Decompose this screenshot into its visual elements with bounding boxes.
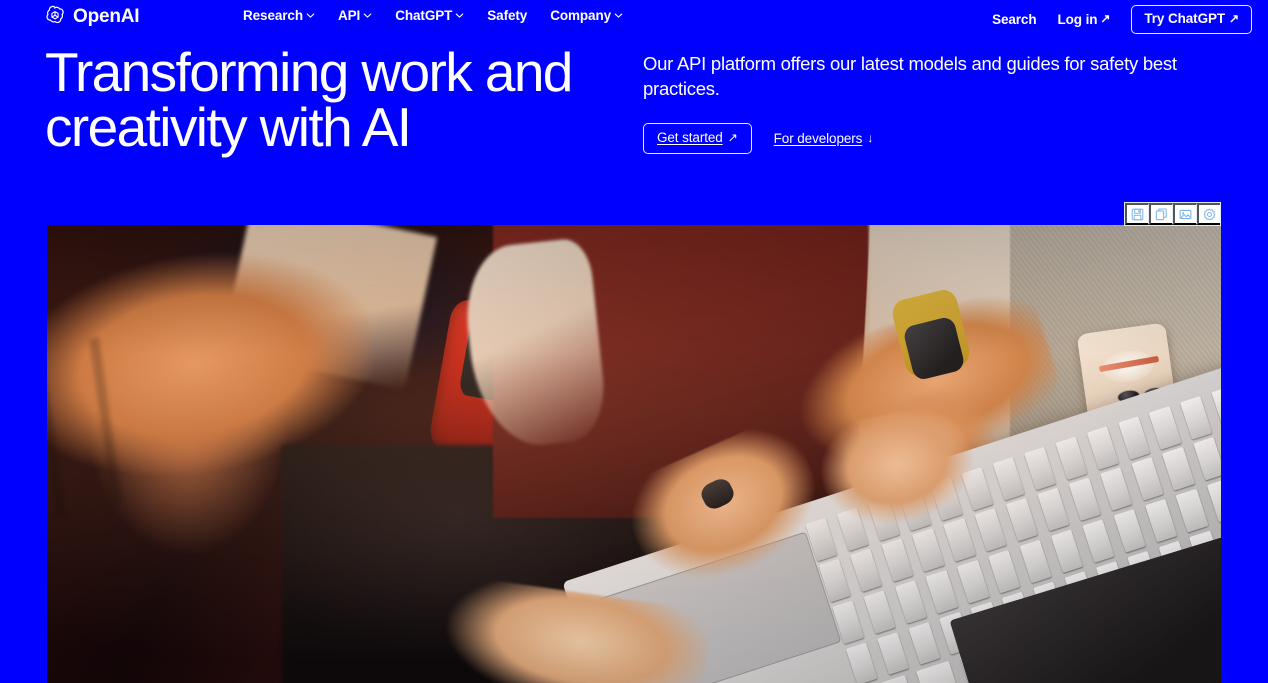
hero-secondary-column: Our API platform offers our latest model… [643,52,1223,154]
page-title: Transforming work and creativity with AI [45,45,645,155]
page-title-line-2: creativity with AI [45,96,412,158]
brand-home-link[interactable]: OpenAI [44,5,140,27]
chevron-down-icon [455,11,464,20]
arrow-up-right-icon: ↗ [1100,11,1111,26]
nav-item-label: API [338,8,361,23]
nav-item-label: Company [550,8,612,23]
nav-item-label: Safety [487,8,528,23]
arrow-down-icon: ↓ [867,131,874,146]
save-icon [1131,208,1144,221]
main-navigation: OpenAI Research API ChatGPT Safety Compa… [0,0,1268,34]
nav-item-label: ChatGPT [395,8,453,23]
nav-item-research[interactable]: Research [243,9,315,23]
image-button[interactable] [1173,203,1197,225]
chevron-down-icon [306,11,315,20]
page-root: OpenAI Research API ChatGPT Safety Compa… [0,0,1268,683]
arrow-up-right-icon: ↗ [727,130,738,145]
nav-secondary-links: Search Log in ↗ Try ChatGPT ↗ [992,5,1252,34]
search-button[interactable]: Search [992,11,1037,27]
for-developers-link[interactable]: For developers ↓ [774,132,874,146]
login-link[interactable]: Log in ↗ [1057,11,1111,27]
save-button[interactable] [1125,203,1149,225]
page-title-line-1: Transforming work and [45,41,573,103]
hero-actions: Get started ↗ For developers ↓ [643,123,1223,154]
gear-icon [1203,208,1216,221]
copy-icon [1155,207,1168,221]
nav-item-safety[interactable]: Safety [487,9,527,23]
chevron-down-icon [614,11,623,20]
nav-item-api[interactable]: API [338,9,372,23]
try-chatgpt-label: Try ChatGPT [1144,11,1226,26]
hero-image [47,225,1221,683]
chevron-down-icon [363,11,372,20]
arrow-up-right-icon: ↗ [1229,11,1239,26]
brand-name: OpenAI [73,5,140,27]
nav-primary-links: Research API ChatGPT Safety Company [243,9,623,23]
for-developers-label: For developers [773,130,863,146]
settings-button[interactable] [1197,203,1220,225]
hero-subtitle: Our API platform offers our latest model… [643,53,1177,99]
openai-logo-icon [44,5,66,27]
image-toolbar [1124,202,1221,226]
get-started-label: Get started [657,130,723,146]
get-started-button[interactable]: Get started ↗ [643,123,752,154]
image-icon [1179,208,1192,221]
hero-photo [47,225,1221,683]
try-chatgpt-button[interactable]: Try ChatGPT ↗ [1131,5,1252,34]
nav-item-label: Research [243,8,303,23]
login-label: Log in [1057,11,1098,27]
copy-button[interactable] [1149,203,1173,225]
nav-item-company[interactable]: Company [550,9,623,23]
search-label: Search [992,11,1037,27]
nav-item-chatgpt[interactable]: ChatGPT [395,9,464,23]
